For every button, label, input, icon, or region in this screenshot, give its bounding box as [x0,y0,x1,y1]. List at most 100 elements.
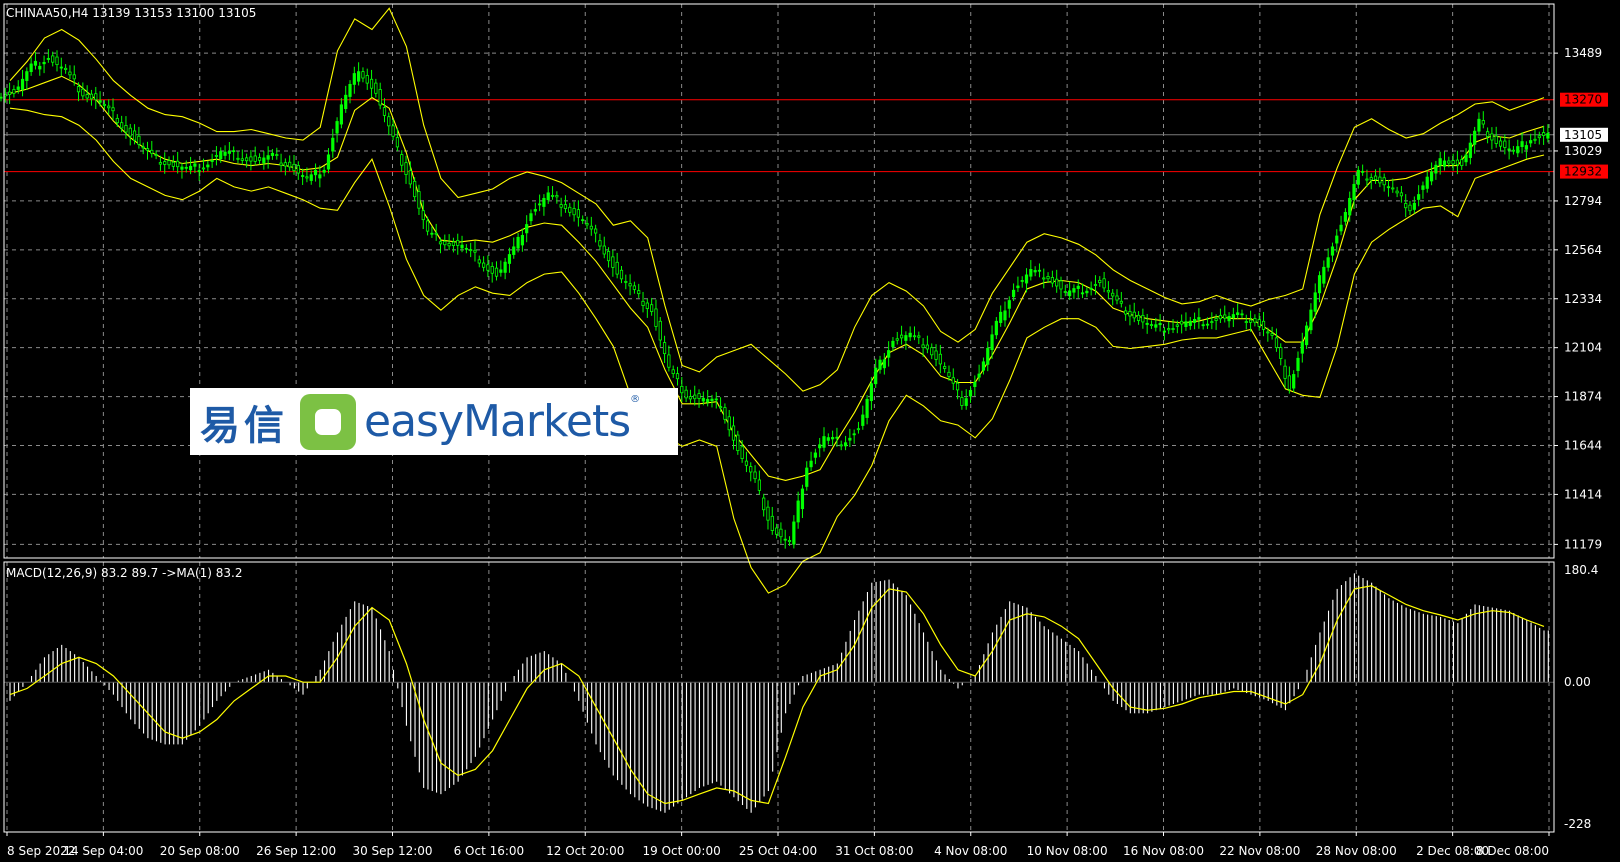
candle-body [1296,357,1300,372]
candle-body [559,204,563,208]
candle-body [904,335,908,341]
candle-body [0,96,3,99]
candle-body [1149,324,1154,326]
candle-body [313,169,318,176]
candle-body [887,350,891,358]
candle-body [960,397,964,406]
candle-body [1046,276,1050,280]
candle-body [55,56,59,66]
candle-body [1361,170,1365,173]
candle-body [1524,145,1528,150]
candle-body [339,104,343,125]
candle-body [210,160,214,162]
logo-chinese-text: 易信 [200,402,288,449]
candle-body [507,254,512,264]
candle-body [1223,314,1227,319]
candle-body [253,155,257,162]
candle-body [753,471,757,480]
candle-body [51,55,55,63]
candle-body [1425,176,1429,189]
candle-body [671,369,675,375]
candle-body [809,460,813,468]
current-price-label: 13105 [1564,128,1602,142]
candle-body [770,515,774,531]
candle-body [1093,284,1098,286]
logo-english-text: easyMarkets [364,396,631,447]
candle-body [848,437,852,441]
macd-histogram [4,573,1554,813]
candle-body [1378,176,1382,184]
candle-body [835,436,839,439]
candle-body [227,150,231,154]
candle-body [137,135,141,145]
candle-body [1210,321,1214,324]
macd-axis: 180.4 0.00 -228 [1564,563,1598,831]
candle-body [1529,140,1533,144]
candle-body [279,162,283,166]
candle-body [382,107,387,116]
candle-body [257,157,262,161]
candle-body [667,354,671,368]
candle-body [749,466,753,473]
candle-body [662,342,667,355]
candle-body [16,86,20,90]
candle-body [839,444,843,447]
time-tick-label: 14 Sep 04:00 [63,844,143,858]
candle-body [378,89,382,106]
candle-body [563,204,568,209]
candle-body [430,232,434,235]
candle-body [296,165,300,174]
candle-body [309,174,313,181]
candle-body [943,366,947,369]
candle-body [822,436,826,448]
candle-body [650,304,654,312]
candle-body [1115,295,1119,301]
candle-body [395,137,400,148]
time-tick-label: 26 Sep 12:00 [256,844,336,858]
candle-body [176,160,180,168]
macd-tick-label: -228 [1564,817,1591,831]
candle-body [766,506,770,521]
candle-body [417,191,421,209]
candle-body [1330,246,1335,256]
candle-body [787,540,792,543]
candle-body [1020,280,1024,282]
candle-body [1154,324,1158,328]
candle-body [641,300,645,306]
broker-logo: 易信 easyMarkets ® [190,388,678,455]
time-tick-label: 16 Nov 08:00 [1123,844,1204,858]
candle-body [1313,292,1317,312]
price-tick-label: 12104 [1564,341,1602,355]
candle-body [1192,318,1197,323]
candle-body [1395,190,1399,194]
candle-body [124,125,128,133]
candle-body [335,121,339,134]
candle-body [843,442,848,447]
candle-body [1386,186,1391,189]
candle-body [361,71,365,79]
candle-body [374,82,378,94]
price-tick-label: 11179 [1564,537,1602,551]
candle-body [193,163,197,167]
candle-body [1404,203,1408,209]
candle-body [1365,178,1369,181]
candle-body [89,93,94,100]
candle-body [240,158,244,161]
candle-body [792,521,796,545]
candle-body [934,350,938,360]
candle-body [831,437,835,440]
candle-body [262,157,266,164]
candle-body [318,174,322,179]
candle-body [456,240,460,246]
candle-body [951,377,955,384]
candle-body [1124,310,1128,315]
candle-body [1507,148,1511,151]
candle-body [1214,318,1218,321]
candle-body [1106,290,1111,293]
candle-body [219,151,223,160]
candle-body [408,170,412,185]
candle-body [1391,187,1395,190]
candle-body [874,367,878,385]
candle-body [805,467,809,487]
candle-body [550,195,555,197]
